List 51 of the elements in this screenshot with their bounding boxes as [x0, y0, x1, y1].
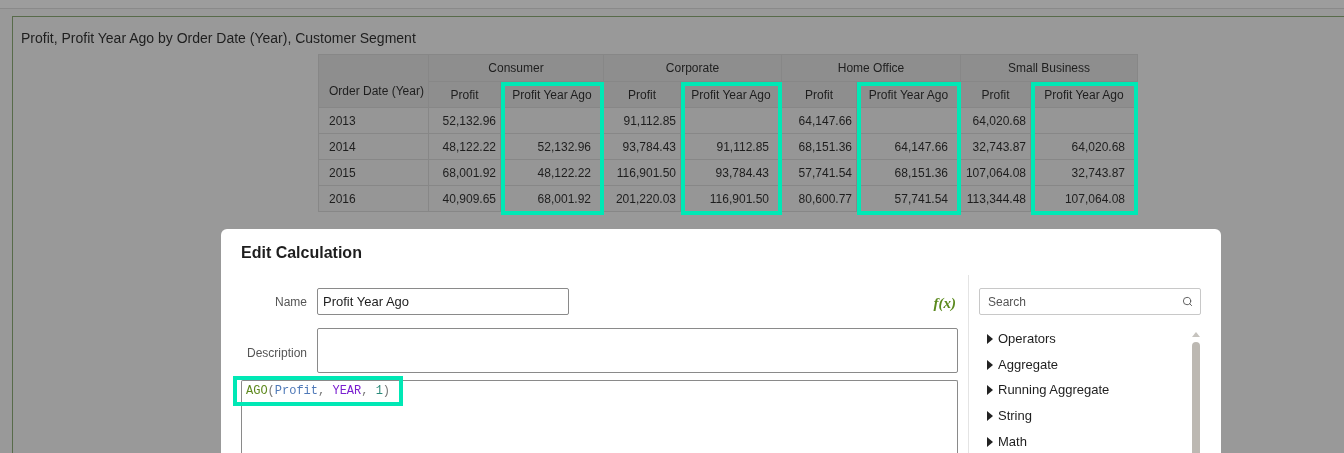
table-cell: 113,344.48 — [961, 186, 1031, 212]
column-header: Profit — [782, 82, 857, 108]
table-cell: 32,743.87 — [961, 134, 1031, 160]
segment-header: Small Business — [1008, 60, 1090, 77]
caret-right-icon — [987, 359, 993, 370]
category-item[interactable]: Math — [979, 428, 1027, 453]
segment-header: Consumer — [488, 60, 544, 77]
caret-right-icon — [987, 410, 993, 421]
table-cell: 107,064.08 — [961, 160, 1031, 186]
column-header: Profit — [961, 82, 1031, 108]
column-header: Profit — [429, 82, 501, 108]
caret-right-icon — [987, 436, 993, 447]
field-label: Description — [245, 345, 307, 362]
row-label: 2013 — [329, 112, 356, 130]
column-header: Profit — [604, 82, 681, 108]
category-item[interactable]: Operators — [979, 326, 1056, 352]
table-cell: 52,132.96 — [429, 108, 501, 134]
caret-right-icon — [987, 333, 993, 344]
category-item[interactable]: String — [979, 403, 1032, 429]
table-cell: 116,901.50 — [604, 160, 681, 186]
table-cell: 91,112.85 — [604, 108, 681, 134]
category-item[interactable]: Aggregate — [979, 351, 1058, 378]
view-title: Profit, Profit Year Ago by Order Date (Year), Customer Segment — [21, 29, 417, 47]
table-cell: 201,220.03 — [604, 186, 681, 212]
scrollbar-thumb[interactable] — [1192, 342, 1200, 453]
row-header: Order Date (Year) — [329, 83, 424, 100]
caret-right-icon — [987, 385, 993, 396]
table-cell: 57,741.54 — [782, 160, 857, 186]
segment-header: Home Office — [837, 60, 905, 77]
search-field[interactable]: Search — [979, 288, 1201, 315]
category-item[interactable]: Running Aggregate — [979, 377, 1110, 404]
table-cell: 68,001.92 — [429, 160, 501, 186]
row-label: 2014 — [329, 138, 356, 156]
name-field[interactable]: Profit Year Ago — [317, 288, 569, 315]
table-cell: 68,151.36 — [782, 134, 857, 160]
scroll-up-icon[interactable] — [1192, 332, 1200, 337]
table-cell: 64,020.68 — [961, 108, 1031, 134]
row-label: 2016 — [329, 190, 356, 208]
table-cell: 80,600.77 — [782, 186, 857, 212]
description-field[interactable] — [317, 328, 958, 373]
segment-header: Corporate — [665, 60, 720, 77]
field-label: Name — [274, 293, 307, 311]
table-cell: 64,147.66 — [782, 108, 857, 134]
formula-text: AGO(Profit, YEAR, 1) — [246, 383, 391, 400]
dialog-title: Edit Calculation — [241, 243, 362, 263]
table-cell: 48,122.22 — [429, 134, 501, 160]
search-icon — [1182, 296, 1193, 307]
function-button[interactable]: f(x) — [933, 296, 956, 311]
table-cell: 93,784.43 — [604, 134, 681, 160]
table-cell: 40,909.65 — [429, 186, 501, 212]
row-label: 2015 — [329, 164, 356, 182]
